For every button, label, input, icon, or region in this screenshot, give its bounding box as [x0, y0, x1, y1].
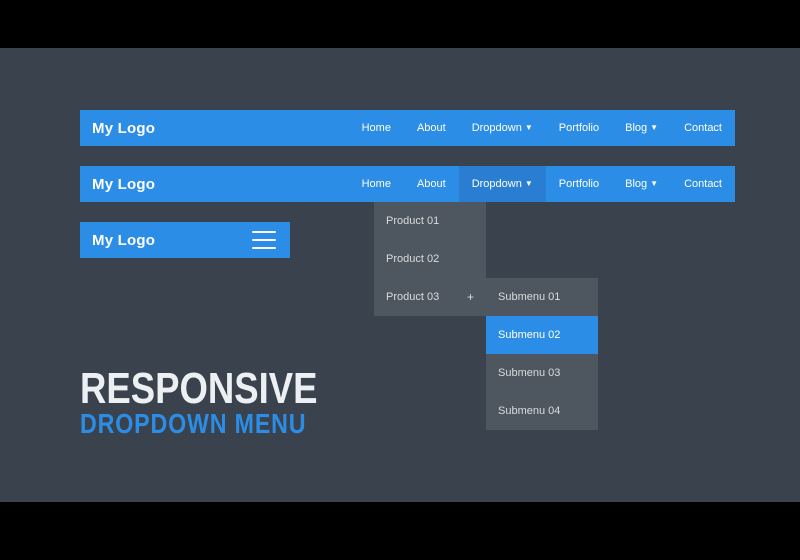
nav-label: Contact — [684, 122, 722, 134]
nav-home[interactable]: Home — [349, 110, 404, 146]
hamburger-icon[interactable] — [252, 231, 276, 249]
nav-about[interactable]: About — [404, 166, 459, 202]
logo[interactable]: My Logo — [80, 120, 155, 137]
dropdown-item-product-02[interactable]: Product 02 — [374, 240, 486, 278]
nav-about[interactable]: About — [404, 110, 459, 146]
nav-label: Portfolio — [559, 122, 599, 134]
dropdown-label: Product 03 — [386, 291, 439, 303]
nav-contact[interactable]: Contact — [671, 110, 735, 146]
submenu: Submenu 01 Submenu 02 Submenu 03 Submenu… — [486, 278, 598, 430]
nav-contact[interactable]: Contact — [671, 166, 735, 202]
dropdown-label: Product 02 — [386, 253, 439, 265]
stage: My Logo Home About Dropdown▼ Portfolio B… — [0, 48, 800, 502]
nav-label: Contact — [684, 178, 722, 190]
nav-blog[interactable]: Blog▼ — [612, 110, 671, 146]
nav-label: Dropdown — [472, 122, 522, 134]
nav-portfolio[interactable]: Portfolio — [546, 166, 612, 202]
caret-down-icon: ▼ — [525, 180, 533, 188]
nav-label: Blog — [625, 178, 647, 190]
logo[interactable]: My Logo — [80, 232, 155, 249]
caret-down-icon: ▼ — [650, 180, 658, 188]
nav-dropdown[interactable]: Dropdown▼ — [459, 110, 546, 146]
nav-items: Home About Dropdown▼ Portfolio Blog▼ Con… — [349, 110, 735, 146]
navbar-default: My Logo Home About Dropdown▼ Portfolio B… — [80, 110, 735, 146]
nav-label: Portfolio — [559, 178, 599, 190]
title-main: RESPONSIVE — [80, 364, 317, 414]
submenu-item-02[interactable]: Submenu 02 — [486, 316, 598, 354]
submenu-item-04[interactable]: Submenu 04 — [486, 392, 598, 430]
nav-portfolio[interactable]: Portfolio — [546, 110, 612, 146]
navbar-mobile: My Logo — [80, 222, 290, 258]
submenu-item-01[interactable]: Submenu 01 — [486, 278, 598, 316]
nav-label: Dropdown — [472, 178, 522, 190]
dropdown-label: Product 01 — [386, 215, 439, 227]
caret-down-icon: ▼ — [650, 124, 658, 132]
dropdown-item-product-01[interactable]: Product 01 — [374, 202, 486, 240]
nav-blog[interactable]: Blog▼ — [612, 166, 671, 202]
dropdown-menu: Product 01 Product 02 Product 03 + — [374, 202, 486, 316]
navbar-dropdown-open: My Logo Home About Dropdown▼ Portfolio B… — [80, 166, 735, 202]
expand-plus-icon: + — [467, 290, 474, 304]
nav-label: About — [417, 178, 446, 190]
submenu-label: Submenu 02 — [498, 329, 560, 341]
submenu-label: Submenu 03 — [498, 367, 560, 379]
nav-items: Home About Dropdown▼ Portfolio Blog▼ Con… — [349, 166, 735, 202]
logo[interactable]: My Logo — [80, 176, 155, 193]
submenu-item-03[interactable]: Submenu 03 — [486, 354, 598, 392]
nav-label: Home — [362, 122, 391, 134]
nav-label: Blog — [625, 122, 647, 134]
submenu-label: Submenu 01 — [498, 291, 560, 303]
submenu-label: Submenu 04 — [498, 405, 560, 417]
nav-home[interactable]: Home — [349, 166, 404, 202]
caret-down-icon: ▼ — [525, 124, 533, 132]
dropdown-item-product-03[interactable]: Product 03 + — [374, 278, 486, 316]
nav-dropdown[interactable]: Dropdown▼ — [459, 166, 546, 202]
nav-label: Home — [362, 178, 391, 190]
nav-label: About — [417, 122, 446, 134]
title-sub: DROPDOWN MENU — [80, 408, 306, 440]
